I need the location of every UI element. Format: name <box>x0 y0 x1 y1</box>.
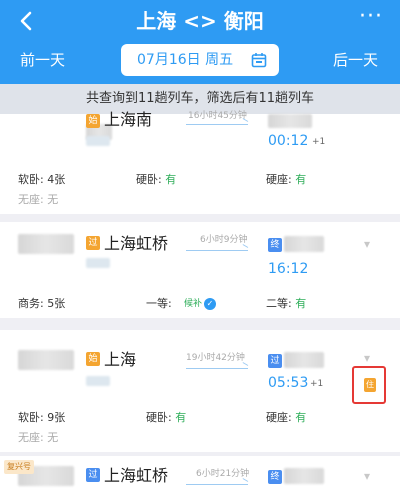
seat-no-seat: 无座: 无 <box>18 193 59 206</box>
header-bar: 上海 <> 衡阳 ··· 前一天 07月16日 周五 后一天 <box>0 0 400 84</box>
train-card[interactable]: 始 上海 19小时42分钟 过 05:53 +1 ▾ 软卧: 9张 硬卧: 有 … <box>0 330 400 452</box>
seat-second-class: 二等: 有 <box>266 297 307 310</box>
seat-soft-sleeper: 软卧: 4张 <box>18 173 66 186</box>
train-card[interactable]: 过 上海虹桥 6小时9分钟 终 16:12 ▾ 商务: 5张 一等: 候补 ✓ … <box>0 222 400 318</box>
page-title: 上海 <> 衡阳 <box>136 9 264 33</box>
day-offset: +1 <box>310 379 324 389</box>
end-station-icon: 终 <box>268 470 282 484</box>
travel-duration: 6小时9分钟 <box>200 235 248 245</box>
departure-station: 上海虹桥 <box>104 466 169 485</box>
train-type-tag: 复兴号 <box>4 460 34 474</box>
seat-soft-sleeper: 软卧: 9张 <box>18 411 66 424</box>
chevron-down-icon[interactable]: ▾ <box>364 470 370 482</box>
blurred-train-number <box>18 234 74 254</box>
seat-no-seat: 无座: 无 <box>18 431 59 444</box>
blurred-depart-time <box>86 136 110 146</box>
travel-duration: 16小时45分钟 <box>188 111 247 121</box>
duration-arrow <box>186 484 248 485</box>
departure-station: 上海虹桥 <box>104 234 169 253</box>
travel-duration: 6小时21分钟 <box>196 469 250 479</box>
blurred-arrival-station <box>284 236 324 252</box>
hotel-icon: 住 <box>364 378 376 392</box>
date-picker[interactable]: 07月16日 周五 <box>121 44 279 76</box>
seat-business: 商务: 5张 <box>18 297 66 310</box>
prev-day-button[interactable]: 前一天 <box>20 48 65 72</box>
travel-duration: 19小时42分钟 <box>186 353 245 363</box>
date-label: 07月16日 周五 <box>137 52 234 68</box>
blurred-arrival-station <box>284 352 324 368</box>
blurred-depart-time <box>86 258 110 268</box>
seat-hard-sleeper: 硬卧: 有 <box>146 411 187 424</box>
end-station-icon: 过 <box>268 354 282 368</box>
train-card[interactable]: 始 上海南 16小时45分钟 00:12 +1 软卧: 4张 硬卧: 有 硬座:… <box>0 110 400 214</box>
chevron-down-icon[interactable]: ▾ <box>364 352 370 364</box>
seat-hard-sleeper: 硬卧: 有 <box>136 173 177 186</box>
next-day-button[interactable]: 后一天 <box>333 48 378 72</box>
train-card[interactable]: 过 上海虹桥 6小时21分钟 终 ▾ <box>0 456 400 501</box>
duration-arrow <box>186 368 248 369</box>
duration-arrow <box>186 250 248 251</box>
end-station-icon: 终 <box>268 238 282 252</box>
day-offset: +1 <box>312 137 326 147</box>
duration-arrow <box>186 124 248 125</box>
highlighted-hotel-button[interactable]: 住 <box>352 366 386 404</box>
arrival-time: 16:12 <box>268 261 309 277</box>
standby-label[interactable]: 候补 <box>184 298 202 310</box>
more-options-button[interactable]: ··· <box>356 6 386 36</box>
blurred-depart-time <box>86 376 110 386</box>
arrival-time: 00:12 <box>268 133 309 149</box>
start-station-icon: 过 <box>86 236 100 250</box>
seat-first-class: 一等: <box>146 297 172 310</box>
departure-station: 上海南 <box>104 110 153 129</box>
blurred-train-number <box>18 350 74 370</box>
blurred-arrival-station <box>284 468 324 484</box>
start-station-icon: 始 <box>86 114 100 128</box>
start-station-icon: 始 <box>86 352 100 366</box>
departure-station: 上海 <box>104 350 137 369</box>
chevron-down-icon[interactable]: ▾ <box>364 238 370 250</box>
seat-hard-seat: 硬座: 有 <box>266 173 307 186</box>
check-icon: ✓ <box>204 298 216 310</box>
seat-hard-seat: 硬座: 有 <box>266 411 307 424</box>
start-station-icon: 过 <box>86 468 100 482</box>
calendar-icon <box>251 53 267 68</box>
arrival-time: 05:53 <box>268 375 309 391</box>
blurred-arrival-station <box>268 114 312 128</box>
